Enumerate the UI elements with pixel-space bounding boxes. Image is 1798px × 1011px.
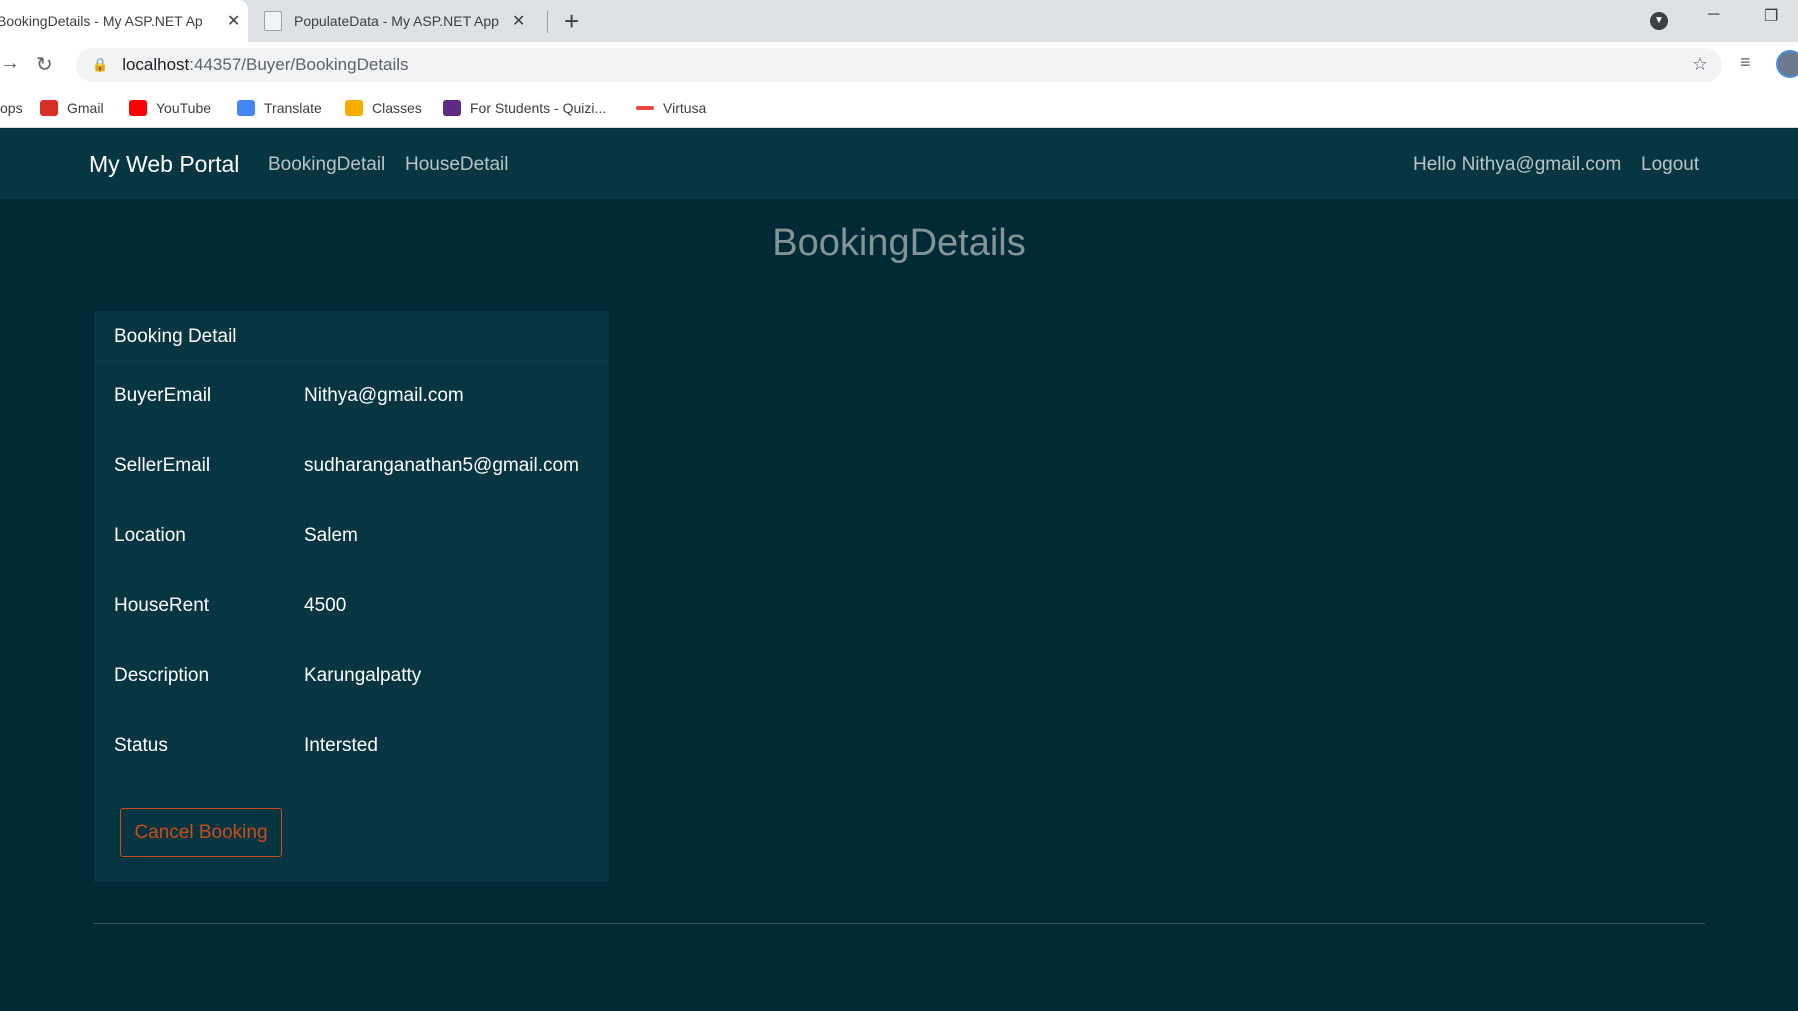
bookmark-translate[interactable]: Translate: [237, 88, 322, 128]
field-value-description: Karungalpatty: [304, 665, 422, 686]
reading-list-icon[interactable]: ≡: [1740, 52, 1751, 73]
bookmark-label: ops: [0, 100, 23, 116]
bookmark-label: For Students - Quizi...: [470, 100, 607, 116]
card-header: Booking Detail: [94, 311, 609, 362]
reload-icon[interactable]: ↻: [36, 52, 53, 77]
bookmark-youtube[interactable]: YouTube: [129, 88, 211, 128]
bookmark-classes[interactable]: Classes: [345, 88, 422, 128]
forward-arrow-icon[interactable]: →: [0, 52, 20, 75]
virtusa-icon: [636, 106, 654, 110]
url-path: :44357/Buyer/BookingDetails: [189, 55, 409, 74]
field-value-house-rent: 4500: [304, 595, 347, 616]
youtube-icon: [129, 100, 147, 116]
bookmark-virtusa[interactable]: Virtusa: [636, 88, 706, 128]
url-host: localhost: [122, 55, 190, 74]
page-favicon-icon: [264, 11, 282, 31]
field-label-status: Status: [114, 735, 168, 756]
field-label-seller-email: SellerEmail: [114, 455, 211, 476]
close-icon[interactable]: ✕: [227, 11, 240, 31]
bookmark-label: Gmail: [67, 100, 104, 116]
tab-title: PopulateData - My ASP.NET App: [294, 13, 499, 29]
cancel-booking-button[interactable]: Cancel Booking: [120, 808, 282, 857]
field-label-buyer-email: BuyerEmail: [114, 385, 212, 406]
field-value-location: Salem: [304, 525, 358, 546]
page-title: BookingDetails: [772, 222, 1026, 264]
brand-link[interactable]: My Web Portal: [89, 151, 239, 178]
tab-search-icon[interactable]: ▼: [1650, 12, 1668, 30]
lock-icon[interactable]: 🔒: [92, 57, 108, 73]
browser-tab-strip: BookingDetails - My ASP.NET Ap ✕ Populat…: [0, 0, 1798, 42]
footer-divider: [93, 923, 1705, 924]
tab-title: BookingDetails - My ASP.NET Ap: [0, 13, 203, 29]
browser-tab-active[interactable]: BookingDetails - My ASP.NET Ap ✕: [0, 0, 248, 42]
user-greeting-link[interactable]: Hello Nithya@gmail.com: [1413, 154, 1621, 176]
field-value-buyer-email: Nithya@gmail.com: [304, 385, 464, 406]
tab-separator: [547, 11, 548, 33]
restore-icon[interactable]: ❐: [1764, 6, 1778, 26]
field-value-seller-email: sudharanganathan5@gmail.com: [304, 455, 579, 476]
site-navbar: My Web Portal BookingDetail HouseDetail …: [0, 129, 1798, 199]
close-icon[interactable]: ✕: [512, 11, 525, 31]
field-label-location: Location: [114, 525, 186, 546]
bookmark-label: Virtusa: [663, 100, 707, 116]
new-tab-button[interactable]: +: [564, 6, 579, 36]
minimize-icon[interactable]: ─: [1708, 6, 1719, 24]
field-label-description: Description: [114, 665, 210, 686]
logout-link[interactable]: Logout: [1641, 154, 1699, 176]
profile-avatar[interactable]: [1776, 50, 1798, 78]
browser-toolbar: → ↻ 🔒 localhost:44357/Buyer/BookingDetai…: [0, 42, 1798, 88]
browser-tab-inactive[interactable]: PopulateData - My ASP.NET App ✕: [258, 0, 548, 42]
bookmark-star-icon[interactable]: ☆: [1692, 54, 1708, 75]
address-bar[interactable]: 🔒 localhost:44357/Buyer/BookingDetails ☆: [76, 48, 1722, 82]
translate-icon: [237, 100, 255, 116]
bookmark-label: Translate: [264, 100, 322, 116]
bookmark-quizizz[interactable]: For Students - Quizi...: [443, 88, 606, 128]
bookmarks-bar: ops Gmail YouTube Translate Classes For …: [0, 88, 1798, 128]
classroom-icon: [345, 100, 363, 116]
booking-detail-card: Booking Detail BuyerEmail Nithya@gmail.c…: [94, 311, 609, 882]
bookmark-gmail[interactable]: Gmail: [40, 88, 104, 128]
nav-link-house-detail[interactable]: HouseDetail: [405, 154, 509, 176]
gmail-icon: [40, 100, 58, 116]
bookmark-label: YouTube: [156, 100, 212, 116]
bookmark-apps[interactable]: ops: [0, 88, 23, 128]
field-label-house-rent: HouseRent: [114, 595, 210, 616]
bookmark-label: Classes: [372, 100, 422, 116]
field-value-status: Intersted: [304, 735, 378, 756]
quizizz-icon: [443, 100, 461, 116]
nav-link-booking-detail[interactable]: BookingDetail: [268, 154, 385, 176]
